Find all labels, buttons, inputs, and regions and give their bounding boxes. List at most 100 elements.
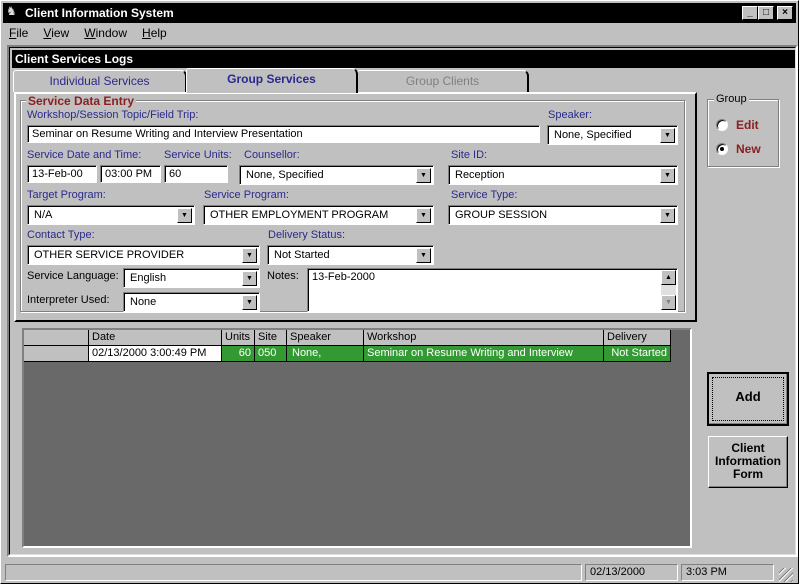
service-type-label: Service Type: [451, 189, 518, 201]
menu-window[interactable]: Window [78, 23, 133, 40]
service-time-input[interactable]: 03:00 PM [100, 165, 161, 183]
chevron-down-icon[interactable]: ▼ [416, 248, 431, 263]
tab-individual-services[interactable]: Individual Services [13, 70, 187, 92]
grid-header-workshop[interactable]: Workshop [364, 330, 604, 346]
chevron-down-icon[interactable]: ▼ [242, 271, 257, 286]
speaker-label: Speaker: [548, 109, 593, 121]
status-message [5, 564, 582, 581]
contact-type-label: Contact Type: [27, 229, 95, 241]
site-id-label: Site ID: [451, 149, 488, 161]
scroll-up-icon[interactable]: ▲ [661, 270, 676, 285]
status-bar: 02/13/2000 3:03 PM [3, 562, 796, 582]
site-id-select[interactable]: Reception ▼ [448, 165, 678, 185]
grid-cell-date[interactable]: 02/13/2000 3:00:49 PM [89, 346, 222, 362]
menu-file[interactable]: File [3, 23, 34, 40]
grid-header-units[interactable]: Units [222, 330, 255, 346]
window-title: Client Information System [25, 6, 174, 20]
notes-label: Notes: [267, 270, 299, 282]
menu-bar: File View Window Help [3, 23, 796, 43]
menu-file-label: ile [16, 26, 29, 40]
tab-group-services[interactable]: Group Services [186, 68, 358, 93]
chevron-down-icon[interactable]: ▼ [416, 168, 431, 183]
minimize-button[interactable]: _ [742, 6, 758, 20]
contact-type-select[interactable]: OTHER SERVICE PROVIDER ▼ [27, 245, 260, 265]
scroll-down-icon[interactable]: ▼ [661, 295, 676, 310]
target-program-label: Target Program: [27, 189, 106, 201]
service-language-label: Service Language: [27, 270, 119, 282]
grid-header-selector [24, 330, 89, 346]
radio-edit[interactable]: Edit [716, 118, 776, 134]
menu-help[interactable]: Help [136, 23, 173, 40]
close-button[interactable]: × [777, 6, 793, 20]
speaker-value: None, Specified [554, 129, 632, 141]
service-units-input[interactable]: 60 [164, 165, 228, 183]
counsellor-label: Counsellor: [244, 149, 300, 161]
site-id-value: Reception [455, 169, 505, 181]
chevron-down-icon[interactable]: ▼ [177, 208, 192, 223]
menu-view[interactable]: View [37, 23, 75, 40]
service-type-select[interactable]: GROUP SESSION ▼ [448, 205, 678, 225]
mdi-client-area: Client Services Logs Individual Services… [7, 45, 798, 557]
grid-header-date[interactable]: Date [89, 330, 222, 346]
radio-new-label: New [736, 142, 761, 156]
service-language-value: English [130, 272, 167, 284]
services-grid[interactable]: Date Units Site Speaker Workshop Deliver… [22, 328, 692, 548]
status-date: 02/13/2000 [585, 564, 678, 581]
notes-textarea[interactable]: 13-Feb-2000 [307, 268, 678, 312]
group-mode-title: Group [714, 93, 749, 105]
menu-window-mnemonic: W [84, 26, 96, 40]
app-icon: ♞ [6, 4, 17, 18]
chevron-down-icon[interactable]: ▼ [416, 208, 431, 223]
menu-window-label: indow [95, 26, 127, 40]
contact-type-value: OTHER SERVICE PROVIDER [34, 249, 185, 261]
grid-header-delivery[interactable]: Delivery [604, 330, 671, 346]
grid-header-speaker[interactable]: Speaker [287, 330, 364, 346]
service-data-entry-title: Service Data Entry [26, 94, 137, 108]
service-program-value: OTHER EMPLOYMENT PROGRAM [210, 209, 389, 221]
speaker-select[interactable]: None, Specified ▼ [547, 125, 678, 145]
interpreter-used-select[interactable]: None ▼ [123, 292, 260, 312]
notes-scrollbar[interactable]: ▲ ▼ [661, 270, 676, 310]
chevron-down-icon[interactable]: ▼ [242, 248, 257, 263]
service-date-label: Service Date and Time: [27, 149, 142, 161]
grid-cell-delivery[interactable]: Not Started [604, 346, 671, 362]
chevron-down-icon[interactable]: ▼ [660, 128, 675, 143]
resize-grip-icon[interactable] [779, 568, 793, 582]
service-program-label: Service Program: [204, 189, 289, 201]
radio-selected-dot [720, 147, 724, 151]
chevron-down-icon[interactable]: ▼ [242, 295, 257, 310]
client-form-label-3: Form [733, 467, 763, 481]
grid-cell-site[interactable]: 050 [255, 346, 287, 362]
group-services-panel: Service Data Entry Workshop/Session Topi… [14, 92, 697, 322]
status-time: 3:03 PM [681, 564, 774, 581]
delivery-status-select[interactable]: Not Started ▼ [267, 245, 434, 265]
add-button[interactable]: Add [707, 372, 789, 426]
radio-edit-circle[interactable] [716, 119, 728, 131]
interpreter-used-label: Interpreter Used: [27, 294, 110, 306]
menu-help-label: elp [150, 26, 167, 40]
workshop-input[interactable]: Seminar on Resume Writing and Interview … [27, 125, 540, 143]
radio-new[interactable]: New [716, 142, 776, 158]
grid-header-site[interactable]: Site [255, 330, 287, 346]
menu-help-mnemonic: H [142, 26, 151, 40]
maximize-button[interactable]: □ [758, 6, 774, 20]
counsellor-select[interactable]: None, Specified ▼ [239, 165, 434, 185]
grid-cell-workshop[interactable]: Seminar on Resume Writing and Interview [364, 346, 604, 362]
service-type-value: GROUP SESSION [455, 209, 548, 221]
interpreter-used-value: None [130, 296, 157, 308]
radio-new-circle[interactable] [716, 143, 728, 155]
chevron-down-icon[interactable]: ▼ [660, 208, 675, 223]
delivery-status-value: Not Started [274, 249, 330, 261]
service-language-select[interactable]: English ▼ [123, 268, 260, 288]
client-information-form-button[interactable]: Client Information Form [708, 436, 788, 488]
grid-row-selector[interactable] [24, 346, 89, 362]
grid-cell-units[interactable]: 60 [222, 346, 255, 362]
chevron-down-icon[interactable]: ▼ [660, 168, 675, 183]
tab-group-clients: Group Clients [357, 70, 529, 92]
service-date-input[interactable]: 13-Feb-00 [27, 165, 97, 183]
service-program-select[interactable]: OTHER EMPLOYMENT PROGRAM ▼ [203, 205, 434, 225]
workshop-label: Workshop/Session Topic/Field Trip: [27, 109, 199, 121]
target-program-select[interactable]: N/A ▼ [27, 205, 195, 225]
main-window: Client Information System ♞ _ □ × File V… [0, 0, 799, 584]
grid-cell-speaker[interactable]: None, [287, 346, 364, 362]
